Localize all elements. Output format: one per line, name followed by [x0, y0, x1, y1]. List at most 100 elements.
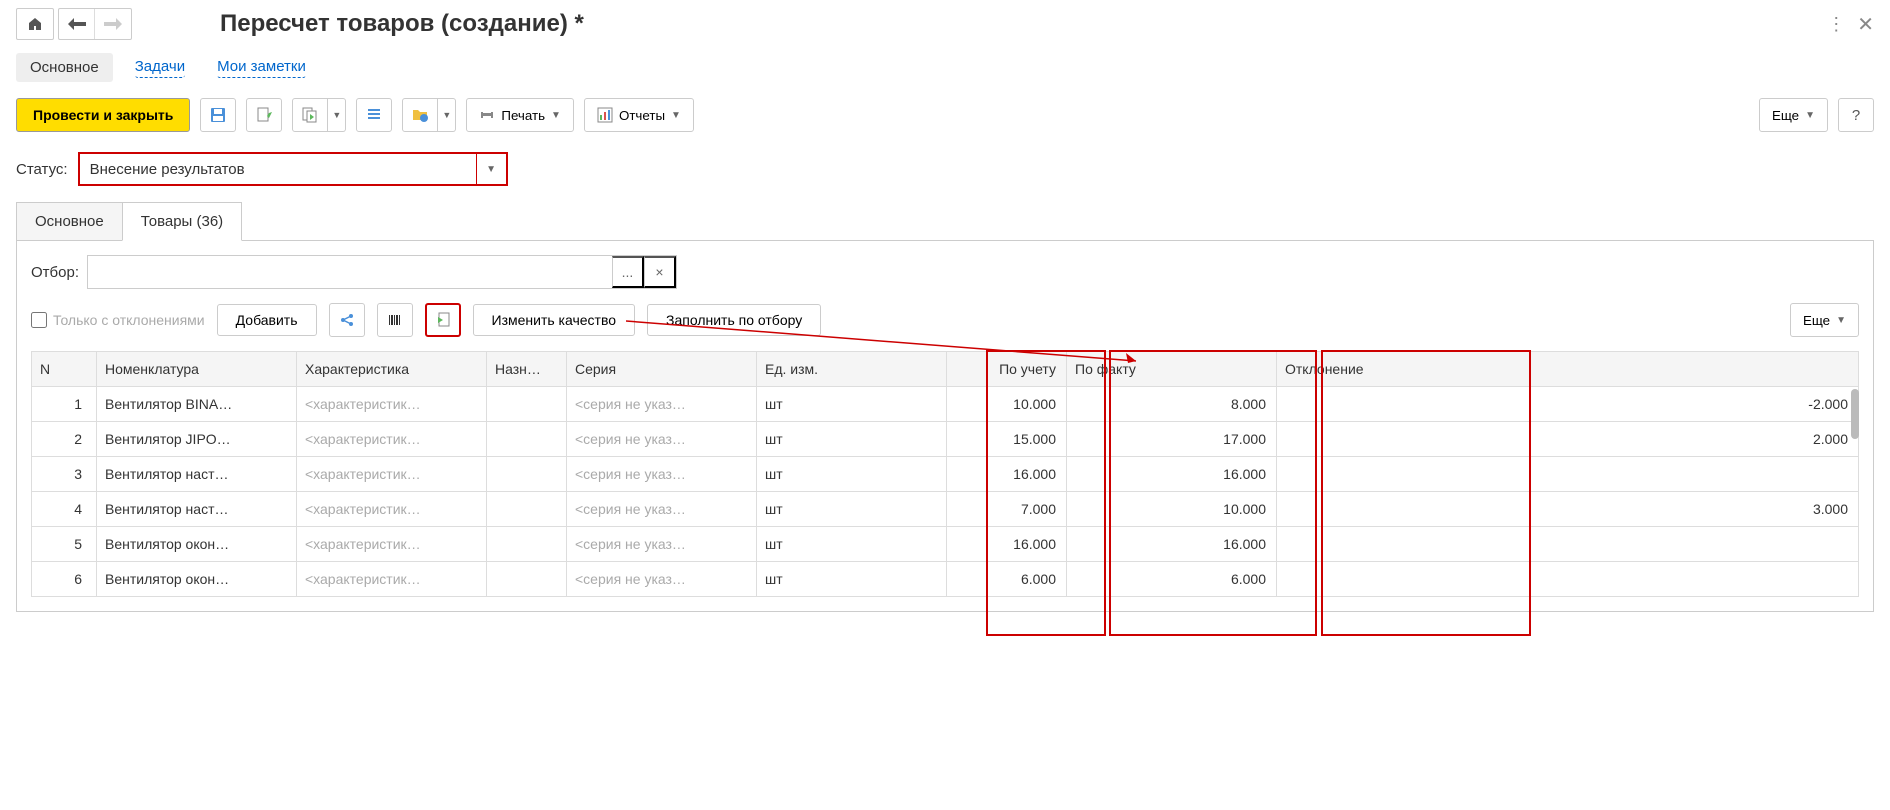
col-unit[interactable]: Ед. изм.: [757, 352, 947, 387]
chart-icon: [597, 107, 613, 123]
nav-tab-notes[interactable]: Мои заметки: [217, 56, 306, 78]
table-row[interactable]: 4Вентилятор наст…<характеристик…<серия н…: [32, 492, 1859, 527]
attach-dropdown[interactable]: ▼: [438, 98, 456, 132]
col-nomenclature[interactable]: Номенклатура: [97, 352, 297, 387]
filter-ellipsis-button[interactable]: ...: [612, 256, 644, 288]
table-row[interactable]: 6Вентилятор окон…<характеристик… <серия н…: [32, 562, 1859, 597]
reports-button[interactable]: Отчеты ▼: [584, 98, 694, 132]
close-icon[interactable]: ✕: [1857, 12, 1874, 37]
cell-unit: шт: [757, 527, 947, 562]
create-based-on-dropdown[interactable]: ▼: [328, 98, 346, 132]
cell-naz: [487, 527, 567, 562]
post-button[interactable]: [246, 98, 282, 132]
cell-dev: 2.000: [1277, 422, 1859, 457]
filter-clear-button[interactable]: ×: [644, 256, 676, 288]
create-based-on-button[interactable]: [292, 98, 328, 132]
add-button[interactable]: Добавить: [217, 304, 317, 336]
kebab-menu-icon[interactable]: ⋮: [1827, 14, 1845, 35]
nav-tab-tasks[interactable]: Задачи: [135, 56, 185, 78]
status-dropdown-caret[interactable]: ▼: [476, 154, 506, 184]
cell-n: 4: [32, 492, 97, 527]
print-button[interactable]: Печать ▼: [466, 98, 574, 132]
cell-acc: 7.000: [947, 492, 1067, 527]
home-icon: [27, 16, 43, 32]
cell-acc: 10.000: [947, 387, 1067, 422]
filter-input[interactable]: [88, 256, 612, 288]
cell-fact: 16.000: [1067, 527, 1277, 562]
cell-naz: [487, 457, 567, 492]
subtab-main[interactable]: Основное: [16, 202, 123, 241]
forward-button[interactable]: [95, 9, 131, 39]
page-title: Пересчет товаров (создание) *: [220, 10, 584, 38]
cell-n: 1: [32, 387, 97, 422]
help-button[interactable]: ?: [1838, 98, 1874, 132]
arrow-left-icon: [68, 18, 86, 30]
cell-nom: Вентилятор окон…: [97, 562, 297, 597]
table-scrollbar[interactable]: [1851, 389, 1859, 439]
only-deviations-input[interactable]: [31, 312, 47, 328]
table-row[interactable]: 1Вентилятор BINA…<характеристик…<серия н…: [32, 387, 1859, 422]
nav-tab-main[interactable]: Основное: [16, 53, 113, 82]
folder-globe-icon: [412, 107, 428, 123]
col-n[interactable]: N: [32, 352, 97, 387]
cell-n: 2: [32, 422, 97, 457]
cell-fact: 8.000: [1067, 387, 1277, 422]
cell-char: <характеристик…: [297, 387, 487, 422]
table-header-row: N Номенклатура Характеристика Назн… Сери…: [32, 352, 1859, 387]
printer-icon: [479, 107, 495, 123]
save-button[interactable]: [200, 98, 236, 132]
cell-nom: Вентилятор JIPO…: [97, 422, 297, 457]
list-button[interactable]: [356, 98, 392, 132]
cell-nom: Вентилятор наст…: [97, 457, 297, 492]
table-row[interactable]: 5Вентилятор окон…<характеристик…<серия н…: [32, 527, 1859, 562]
cell-ser: <серия не указ…: [567, 562, 757, 597]
cell-naz: [487, 387, 567, 422]
only-deviations-checkbox[interactable]: Только с отклонениями: [31, 312, 205, 328]
cell-n: 5: [32, 527, 97, 562]
only-deviations-label: Только с отклонениями: [53, 312, 205, 328]
home-button[interactable]: [16, 8, 54, 40]
share-button[interactable]: [329, 303, 365, 337]
fill-by-filter-button[interactable]: Заполнить по отбору: [647, 304, 821, 336]
table-more-label: Еще: [1803, 313, 1830, 328]
col-fact[interactable]: По факту: [1067, 352, 1277, 387]
barcode-button[interactable]: [377, 303, 413, 337]
subtab-goods[interactable]: Товары (36): [122, 202, 242, 241]
document-check-icon: [256, 107, 272, 123]
back-button[interactable]: [59, 9, 95, 39]
more-button[interactable]: Еще ▼: [1759, 98, 1828, 132]
arrow-right-icon: [104, 18, 122, 30]
cell-ser: <серия не указ…: [567, 492, 757, 527]
cell-unit: шт: [757, 562, 947, 597]
table-row[interactable]: 3Вентилятор наст…<характеристик…<серия н…: [32, 457, 1859, 492]
col-characteristic[interactable]: Характеристика: [297, 352, 487, 387]
cell-char: <характеристик…: [297, 562, 487, 597]
status-value: Внесение результатов: [80, 161, 476, 178]
cell-fact: 6.000: [1067, 562, 1277, 597]
cell-ser: <серия не указ…: [567, 422, 757, 457]
cell-dev: 3.000: [1277, 492, 1859, 527]
post-and-close-button[interactable]: Провести и закрыть: [16, 98, 190, 132]
cell-nom: Вентилятор BINA…: [97, 387, 297, 422]
import-button[interactable]: [425, 303, 461, 337]
cell-unit: шт: [757, 387, 947, 422]
cell-ser: <серия не указ…: [567, 457, 757, 492]
col-accounting[interactable]: По учету: [947, 352, 1067, 387]
col-deviation[interactable]: Отклонение: [1277, 352, 1859, 387]
col-naz[interactable]: Назн…: [487, 352, 567, 387]
cell-n: 3: [32, 457, 97, 492]
table-more-button[interactable]: Еще ▼: [1790, 303, 1859, 337]
change-quality-button[interactable]: Изменить качество: [473, 304, 636, 336]
list-icon: [366, 107, 382, 123]
cell-char: <характеристик…: [297, 527, 487, 562]
caret-down-icon: ▼: [671, 110, 681, 121]
table-row[interactable]: 2Вентилятор JIPO…<характеристик…<серия н…: [32, 422, 1859, 457]
attach-button[interactable]: [402, 98, 438, 132]
cell-char: <характеристик…: [297, 492, 487, 527]
status-select[interactable]: Внесение результатов ▼: [78, 152, 508, 186]
cell-n: 6: [32, 562, 97, 597]
col-series[interactable]: Серия: [567, 352, 757, 387]
cell-dev: [1277, 527, 1859, 562]
cell-acc: 16.000: [947, 527, 1067, 562]
goods-table: N Номенклатура Характеристика Назн… Сери…: [31, 351, 1859, 597]
